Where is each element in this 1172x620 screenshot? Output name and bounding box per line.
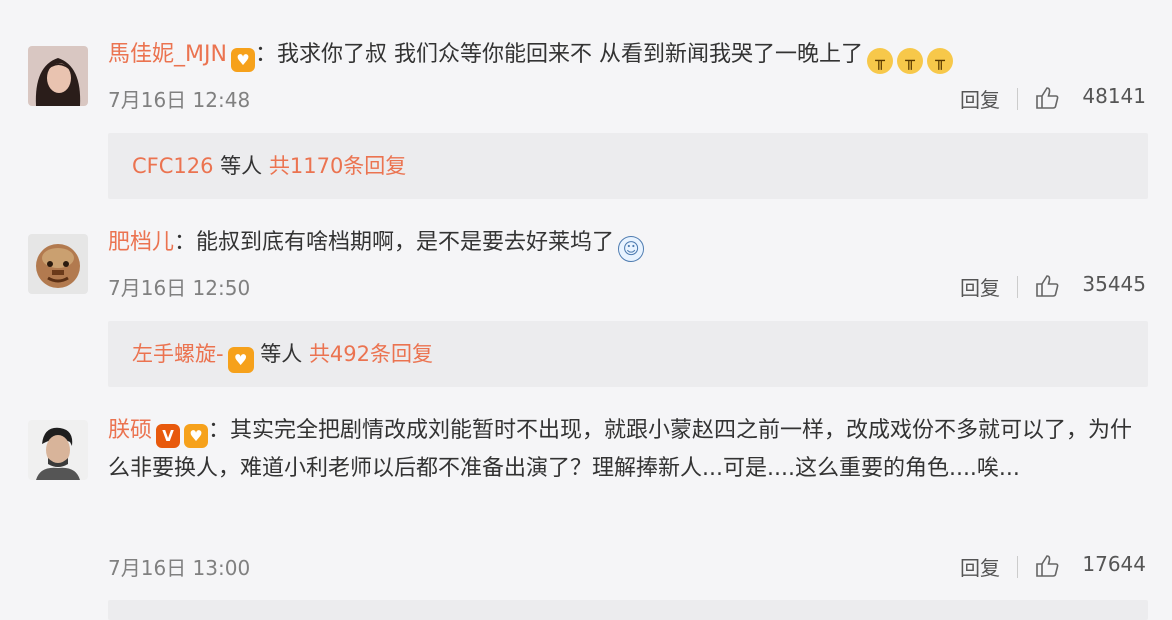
reply-summary[interactable]: 左手螺旋- ♥ 等人 共492条回复 xyxy=(108,321,1148,387)
reply-button[interactable]: 回复 xyxy=(960,552,1000,581)
comment-text: 朕硕 V ♥ ：其实完全把剧情改成刘能暂时不出现，就跟小蒙赵四之前一样，改成戏份不多就… xyxy=(108,412,1142,488)
reply-mid-text: 等人 xyxy=(213,154,269,178)
colon: ： xyxy=(174,230,197,255)
fan-badge-icon[interactable]: ♥ xyxy=(227,347,254,373)
divider xyxy=(1017,556,1018,578)
reply-summary[interactable]: CFC126 等人 共1170条回复 xyxy=(108,133,1148,199)
reply-total-link[interactable]: 共1170条回复 xyxy=(269,154,406,178)
crying-face-icon: ╥ xyxy=(866,48,893,74)
reply-summary-partial xyxy=(108,600,1148,620)
divider xyxy=(1017,88,1018,110)
crying-face-icon: ╥ xyxy=(896,48,923,74)
reply-username[interactable]: CFC126 xyxy=(132,154,214,178)
thumbs-up-icon[interactable] xyxy=(1034,553,1060,579)
comment-meta: 7月16日 12:48 回复 48141 xyxy=(108,84,1146,114)
comment-time: 7月16日 13:00 xyxy=(108,556,251,580)
comment-meta: 7月16日 13:00 回复 17644 xyxy=(108,552,1146,582)
thumbs-up-icon[interactable] xyxy=(1034,85,1060,111)
comment-content: 其实完全把剧情改成刘能暂时不出现，就跟小蒙赵四之前一样，改成戏份不多就可以了，为… xyxy=(108,418,1133,481)
reply-username[interactable]: 左手螺旋- xyxy=(132,342,224,366)
vip-v-icon[interactable]: V xyxy=(156,424,181,448)
comment-meta: 7月16日 12:50 回复 35445 xyxy=(108,272,1146,302)
colon: ： xyxy=(208,418,231,443)
comment-content: 我求你了叔 我们众等你能回来不 从看到新闻我哭了一晚上了 xyxy=(276,42,863,67)
comment-time: 7月16日 12:50 xyxy=(108,276,251,300)
like-count: 35445 xyxy=(1082,272,1146,296)
like-count: 17644 xyxy=(1082,552,1146,576)
reply-button[interactable]: 回复 xyxy=(960,84,1000,113)
avatar[interactable] xyxy=(28,46,88,106)
comment-time: 7月16日 12:48 xyxy=(108,88,251,112)
username-link[interactable]: 肥档儿 xyxy=(108,230,174,255)
reply-total-link[interactable]: 共492条回复 xyxy=(309,342,433,366)
comment-text: 馬佳妮_MJN ♥ ：我求你了叔 我们众等你能回来不 从看到新闻我哭了一晚上了 ╥ ╥ ╥ xyxy=(108,36,1142,74)
thumbs-up-icon[interactable] xyxy=(1034,273,1060,299)
fan-badge-icon[interactable]: ♥ xyxy=(184,424,209,448)
fan-badge-icon[interactable]: ♥ xyxy=(230,48,255,72)
comment-content: 能叔到底有啥档期啊，是不是要去好莱坞了 xyxy=(196,230,615,255)
username-link[interactable]: 馬佳妮_MJN xyxy=(108,42,227,67)
reply-button[interactable]: 回复 xyxy=(960,272,1000,301)
doge-face-icon: ☺ xyxy=(618,236,645,262)
like-count: 48141 xyxy=(1082,84,1146,108)
crying-face-icon: ╥ xyxy=(926,48,953,74)
username-link[interactable]: 朕硕 xyxy=(108,418,152,443)
avatar[interactable] xyxy=(28,420,88,480)
colon: ： xyxy=(254,42,277,67)
comment-text: 肥档儿：能叔到底有啥档期啊，是不是要去好莱坞了 ☺ xyxy=(108,224,1142,262)
reply-mid-text: 等人 xyxy=(253,342,309,366)
divider xyxy=(1017,276,1018,298)
avatar[interactable] xyxy=(28,234,88,294)
